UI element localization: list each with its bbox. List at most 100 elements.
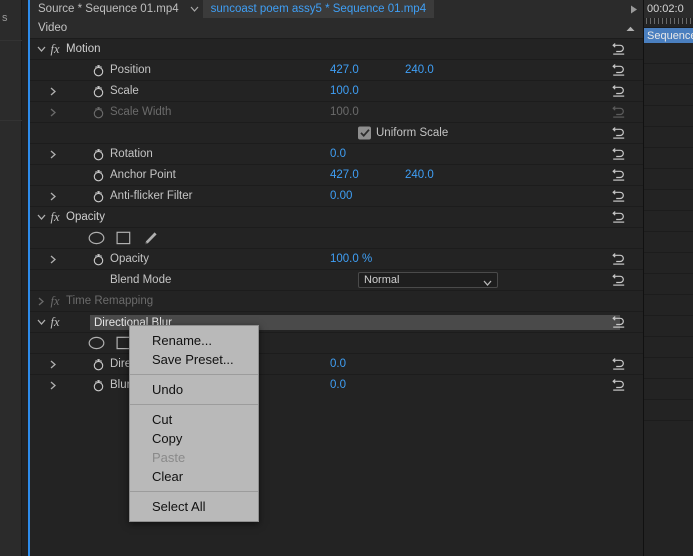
keyframe-track-row[interactable]	[644, 64, 693, 85]
keyframe-track-row[interactable]	[644, 106, 693, 127]
row-blend-mode[interactable]: Blend Mode Normal	[30, 270, 643, 291]
stopwatch-toggle-opacity[interactable]	[90, 249, 106, 270]
panel-empty-area	[30, 394, 643, 556]
row-motion[interactable]: fx Motion	[30, 39, 643, 60]
disclosure-toggle-scale[interactable]	[42, 81, 64, 102]
stopwatch-toggle-direction[interactable]	[90, 354, 106, 375]
keyframe-track-row[interactable]	[644, 148, 693, 169]
disclosure-toggle-direction[interactable]	[42, 354, 64, 375]
keyframe-track-row[interactable]	[644, 358, 693, 379]
reset-button-direction[interactable]	[595, 354, 643, 375]
row-anti-flicker-filter[interactable]: Anti-flicker Filter 0.00	[30, 186, 643, 207]
keyframe-track-row[interactable]	[644, 295, 693, 316]
reset-button-blur-length[interactable]	[595, 375, 643, 396]
reset-button-opacity-effect[interactable]	[595, 207, 643, 228]
ellipse-mask-tool[interactable]	[88, 231, 105, 245]
stopwatch-toggle-scale-width[interactable]	[90, 102, 106, 123]
context-menu-item-clear[interactable]: Clear	[130, 467, 258, 486]
stopwatch-toggle-anti-flicker-filter[interactable]	[90, 186, 106, 207]
row-scale[interactable]: Scale 100.0	[30, 81, 643, 102]
uniform-scale-checkbox[interactable]	[358, 126, 371, 140]
keyframe-track-row[interactable]	[644, 232, 693, 253]
reset-button-rotation[interactable]	[595, 144, 643, 165]
row-uniform-scale[interactable]: Uniform Scale	[30, 123, 643, 144]
stopwatch-toggle-anchor-point[interactable]	[90, 165, 106, 186]
context-menu-item-rename[interactable]: Rename...	[130, 331, 258, 350]
video-group-header[interactable]: Video	[30, 18, 643, 39]
disclosure-toggle-scale-width[interactable]	[42, 102, 64, 123]
reset-button-opacity[interactable]	[595, 249, 643, 270]
row-opacity-mask-tools[interactable]	[30, 228, 643, 249]
ellipse-mask-tool[interactable]	[88, 336, 105, 350]
row-anchor-point[interactable]: Anchor Point 427.0 240.0	[30, 165, 643, 186]
stopwatch-toggle-blur-length[interactable]	[90, 375, 106, 396]
disclosure-toggle-rotation[interactable]	[42, 144, 64, 165]
tab-menu-caret[interactable]	[186, 0, 203, 18]
property-value-blur-length[interactable]: 0.0	[330, 379, 346, 391]
disclosure-toggle-opacity[interactable]	[42, 249, 64, 270]
timeline-ruler[interactable]	[644, 18, 693, 28]
property-value-scale-width[interactable]: 100.0	[330, 106, 359, 118]
row-rotation[interactable]: Rotation 0.0	[30, 144, 643, 165]
timecode-display[interactable]: 00:02:0	[644, 0, 693, 18]
reset-button-directional-blur[interactable]	[595, 312, 643, 333]
context-menu-item-selectall[interactable]: Select All	[130, 497, 258, 516]
row-blur-mask-tools[interactable]	[30, 333, 643, 354]
context-menu-item-cut[interactable]: Cut	[130, 410, 258, 429]
stopwatch-toggle-position[interactable]	[90, 60, 106, 81]
keyframe-track-row[interactable]	[644, 379, 693, 400]
keyframe-track-row[interactable]	[644, 400, 693, 421]
row-directional-blur[interactable]: fx Directional Blur	[30, 312, 643, 333]
rectangle-mask-tool[interactable]	[116, 231, 131, 245]
stopwatch-toggle-rotation[interactable]	[90, 144, 106, 165]
row-opacity-effect[interactable]: fx Opacity	[30, 207, 643, 228]
reset-button-scale[interactable]	[595, 81, 643, 102]
tab-source-sequence[interactable]: Source * Sequence 01.mp4	[30, 0, 187, 18]
video-collapse-toggle[interactable]	[626, 19, 635, 37]
row-position[interactable]: Position 427.0 240.0	[30, 60, 643, 81]
row-time-remapping[interactable]: fx Time Remapping	[30, 291, 643, 312]
reset-button-scale-width[interactable]	[595, 102, 643, 123]
keyframe-track-row[interactable]	[644, 190, 693, 211]
row-direction[interactable]: Direction0.0	[30, 354, 643, 375]
row-opacity[interactable]: Opacity 100.0 %	[30, 249, 643, 270]
property-value-rotation[interactable]: 0.0	[330, 148, 346, 160]
reset-button-motion[interactable]	[595, 39, 643, 60]
reset-button-blend-mode[interactable]	[595, 270, 643, 291]
keyframe-track-row[interactable]	[644, 337, 693, 358]
tab-effect-controls[interactable]: suncoast poem assy5 * Sequence 01.mp4	[202, 0, 435, 18]
context-menu-item-undo[interactable]: Undo	[130, 380, 258, 399]
property-value-anchor-point[interactable]: 427.0	[330, 169, 359, 181]
blend-mode-select[interactable]: Normal	[358, 272, 498, 288]
property-value-anti-flicker-filter[interactable]: 0.00	[330, 190, 352, 202]
keyframe-track-row[interactable]	[644, 274, 693, 295]
property-name-opacity: Opacity	[110, 253, 149, 265]
keyframe-track-row[interactable]	[644, 253, 693, 274]
reset-button-uniform-scale[interactable]	[595, 123, 643, 144]
property-value-opacity[interactable]: 100.0 %	[330, 253, 372, 265]
sequence-clip-bar[interactable]: Sequence	[644, 28, 693, 43]
property-value-scale[interactable]: 100.0	[330, 85, 359, 97]
disclosure-toggle-anti-flicker-filter[interactable]	[42, 186, 64, 207]
property-value2-position[interactable]: 240.0	[405, 64, 434, 76]
reset-button-anchor-point[interactable]	[595, 165, 643, 186]
pen-mask-tool[interactable]	[142, 231, 158, 246]
context-menu-item-copy[interactable]: Copy	[130, 429, 258, 448]
disclosure-toggle-blur-length[interactable]	[42, 375, 64, 396]
keyframe-track-row[interactable]	[644, 127, 693, 148]
property-value2-anchor-point[interactable]: 240.0	[405, 169, 434, 181]
keyframe-track-row[interactable]	[644, 211, 693, 232]
property-value-position[interactable]: 427.0	[330, 64, 359, 76]
keyframe-track-row[interactable]	[644, 43, 693, 64]
keyframe-track-row[interactable]	[644, 316, 693, 337]
stopwatch-toggle-scale[interactable]	[90, 81, 106, 102]
property-value-direction[interactable]: 0.0	[330, 358, 346, 370]
panel-play-button[interactable]	[625, 0, 643, 18]
row-scale-width[interactable]: Scale Width 100.0	[30, 102, 643, 123]
reset-button-anti-flicker-filter[interactable]	[595, 186, 643, 207]
row-blur-length[interactable]: Blur Length0.0	[30, 375, 643, 396]
keyframe-track-row[interactable]	[644, 85, 693, 106]
reset-button-position[interactable]	[595, 60, 643, 81]
keyframe-track-row[interactable]	[644, 169, 693, 190]
context-menu-item-savepreset[interactable]: Save Preset...	[130, 350, 258, 369]
